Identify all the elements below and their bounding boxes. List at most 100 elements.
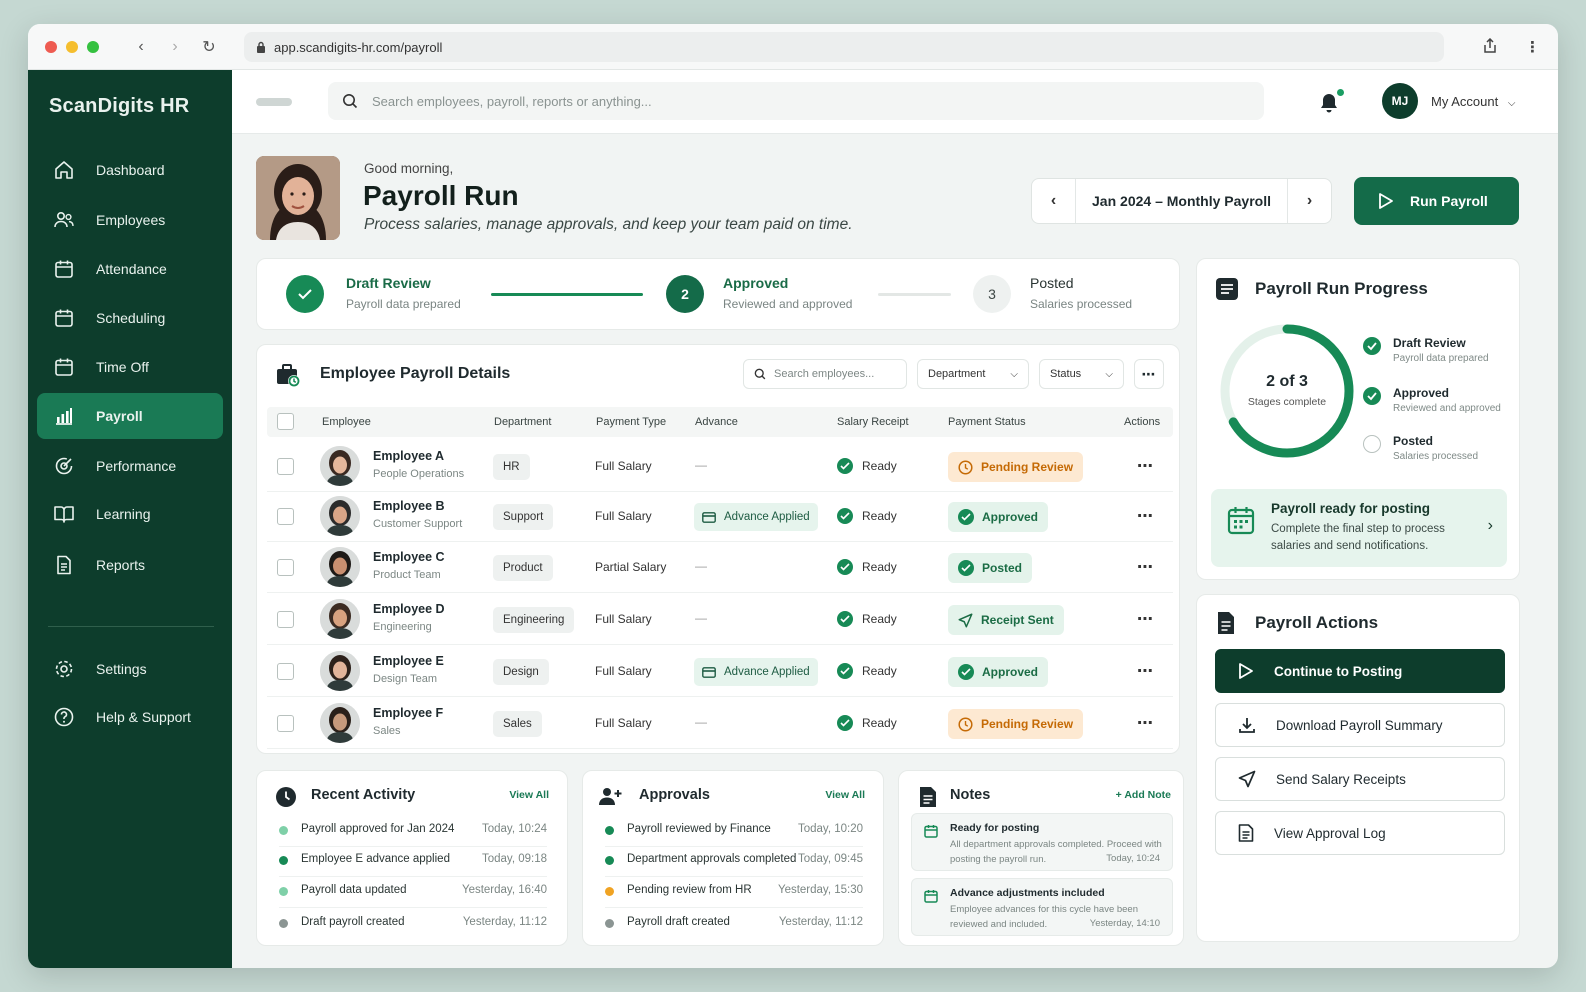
department-filter-dropdown[interactable]: Department ⌵ [917, 359, 1029, 389]
approvals-view-all-link[interactable]: View All [825, 789, 865, 801]
employee-name[interactable]: Employee D [373, 602, 445, 616]
sidebar-item-settings[interactable]: Settings [37, 647, 223, 691]
employee-name[interactable]: Employee A [373, 449, 444, 463]
continue-to-posting-button[interactable]: Continue to Posting [1215, 649, 1505, 693]
row-actions-button[interactable]: ⋯ [1137, 661, 1154, 681]
row-checkbox[interactable] [277, 611, 294, 628]
row-checkbox[interactable] [277, 458, 294, 475]
row-actions-button[interactable]: ⋯ [1137, 557, 1154, 577]
search-placeholder: Search employees, payroll, reports or an… [372, 93, 652, 109]
status-filter-dropdown[interactable]: Status ⌵ [1039, 359, 1124, 389]
payment-type: Full Salary [595, 664, 652, 678]
clock-icon [958, 716, 973, 732]
check-icon [1363, 337, 1381, 355]
column-payment-type[interactable]: Payment Type [596, 416, 666, 428]
row-checkbox[interactable] [277, 559, 294, 576]
list-item[interactable]: Department approvals completed Today, 09… [605, 847, 863, 877]
table-row[interactable]: Employee D Engineering Engineering Full … [267, 594, 1173, 645]
sidebar-item-employees[interactable]: Employees [37, 198, 223, 242]
list-item[interactable]: Draft payroll created Yesterday, 11:12 [279, 910, 547, 940]
close-window-button[interactable] [45, 40, 57, 53]
run-payroll-button[interactable]: Run Payroll [1354, 177, 1519, 225]
table-row[interactable]: Employee E Design Team Design Full Salar… [267, 646, 1173, 697]
column-advance[interactable]: Advance [695, 416, 738, 428]
address-bar[interactable]: app.scandigits-hr.com/payroll [244, 32, 1444, 62]
column-salary-receipt[interactable]: Salary Receipt [837, 416, 909, 428]
add-note-button[interactable]: + Add Note [1116, 789, 1171, 801]
employee-name[interactable]: Employee E [373, 654, 444, 668]
next-period-button[interactable]: › [1287, 179, 1331, 223]
row-actions-button[interactable]: ⋯ [1137, 456, 1154, 476]
list-item[interactable]: Pending review from HR Yesterday, 15:30 [605, 878, 863, 908]
row-actions-button[interactable]: ⋯ [1137, 713, 1154, 733]
global-search-input[interactable]: Search employees, payroll, reports or an… [328, 82, 1264, 120]
sidebar-item-reports[interactable]: Reports [37, 543, 223, 587]
user-avatar[interactable]: MJ [1382, 83, 1418, 119]
list-item[interactable]: Payroll draft created Yesterday, 11:12 [605, 910, 863, 940]
browser-window: ‹ › ↻ app.scandigits-hr.com/payroll ⋮ Sc… [28, 24, 1558, 968]
employee-name[interactable]: Employee C [373, 550, 445, 564]
run-payroll-label: Run Payroll [1410, 193, 1488, 209]
table-row[interactable]: Employee F Sales Sales Full Salary — Rea… [267, 698, 1173, 749]
sidebar-item-payroll[interactable]: Payroll [37, 393, 223, 439]
list-item[interactable]: Payroll data updated Yesterday, 16:40 [279, 878, 547, 908]
table-row[interactable]: Employee B Customer Support Support Full… [267, 491, 1173, 542]
employee-team: Customer Support [373, 518, 463, 530]
sidebar-item-label: Payroll [96, 408, 143, 424]
previous-period-button[interactable]: ‹ [1032, 179, 1076, 223]
download-icon [1239, 718, 1255, 733]
more-vertical-icon[interactable]: ⋮ [1525, 38, 1540, 56]
table-search-input[interactable]: Search employees... [743, 359, 907, 389]
employee-team: Design Team [373, 673, 437, 685]
download-payroll-summary-button[interactable]: Download Payroll Summary [1215, 703, 1505, 747]
sidebar-item-time-off[interactable]: Time Off [37, 345, 223, 389]
employee-name[interactable]: Employee B [373, 499, 445, 513]
maximize-window-button[interactable] [87, 40, 99, 53]
table-row[interactable]: Employee A People Operations HR Full Sal… [267, 441, 1173, 492]
column-department[interactable]: Department [494, 416, 551, 428]
view-approval-log-button[interactable]: View Approval Log [1215, 811, 1505, 855]
brand-logo[interactable]: ScanDigits HR [49, 95, 189, 118]
forward-icon[interactable]: › [167, 38, 183, 56]
row-checkbox[interactable] [277, 508, 294, 525]
more-horizontal-icon: ⋯ [1137, 715, 1154, 732]
account-menu[interactable]: My Account ⌵ [1431, 94, 1515, 109]
recent-activity-view-all-link[interactable]: View All [509, 789, 549, 801]
sidebar-item-attendance[interactable]: Attendance [37, 247, 223, 291]
column-employee[interactable]: Employee [322, 416, 371, 428]
row-checkbox[interactable] [277, 715, 294, 732]
row-checkbox[interactable] [277, 663, 294, 680]
sidebar-item-help[interactable]: Help & Support [37, 695, 223, 739]
sidebar-item-learning[interactable]: Learning [37, 492, 223, 536]
salary-receipt-status: Ready [837, 458, 897, 474]
column-payment-status[interactable]: Payment Status [948, 416, 1026, 428]
select-all-checkbox[interactable] [277, 413, 294, 430]
employee-name[interactable]: Employee F [373, 706, 443, 720]
table-more-options-button[interactable]: ⋯ [1134, 359, 1164, 389]
more-horizontal-icon: ⋯ [1141, 365, 1157, 382]
salary-receipt-status: Ready [837, 611, 897, 627]
ready-for-posting-banner[interactable]: Payroll ready for posting Complete the f… [1211, 489, 1507, 567]
list-item[interactable]: Employee E advance applied Today, 09:18 [279, 847, 547, 877]
list-item[interactable]: Payroll approved for Jan 2024 Today, 10:… [279, 817, 547, 847]
sidebar-item-scheduling[interactable]: Scheduling [37, 296, 223, 340]
note-item[interactable]: Advance adjustments included Employee ad… [911, 878, 1173, 936]
sidebar-item-performance[interactable]: Performance [37, 444, 223, 488]
sidebar-item-label: Scheduling [96, 310, 166, 326]
period-label[interactable]: Jan 2024 – Monthly Payroll [1076, 193, 1287, 209]
column-actions: Actions [1124, 416, 1161, 428]
back-icon[interactable]: ‹ [133, 38, 149, 56]
row-actions-button[interactable]: ⋯ [1137, 609, 1154, 629]
reload-icon[interactable]: ↻ [201, 37, 217, 57]
minimize-window-button[interactable] [66, 40, 78, 53]
payment-status-label: Pending Review [981, 717, 1074, 731]
table-row[interactable]: Employee C Product Team Product Partial … [267, 542, 1173, 593]
list-item[interactable]: Payroll reviewed by Finance Today, 10:20 [605, 817, 863, 847]
sidebar-item-dashboard[interactable]: Dashboard [37, 148, 223, 192]
send-salary-receipts-button[interactable]: Send Salary Receipts [1215, 757, 1505, 801]
note-item[interactable]: Ready for posting All department approva… [911, 813, 1173, 871]
share-icon[interactable] [1483, 38, 1497, 54]
menu-toggle[interactable] [256, 98, 292, 106]
row-actions-button[interactable]: ⋯ [1137, 506, 1154, 526]
url-text: app.scandigits-hr.com/payroll [274, 39, 443, 55]
